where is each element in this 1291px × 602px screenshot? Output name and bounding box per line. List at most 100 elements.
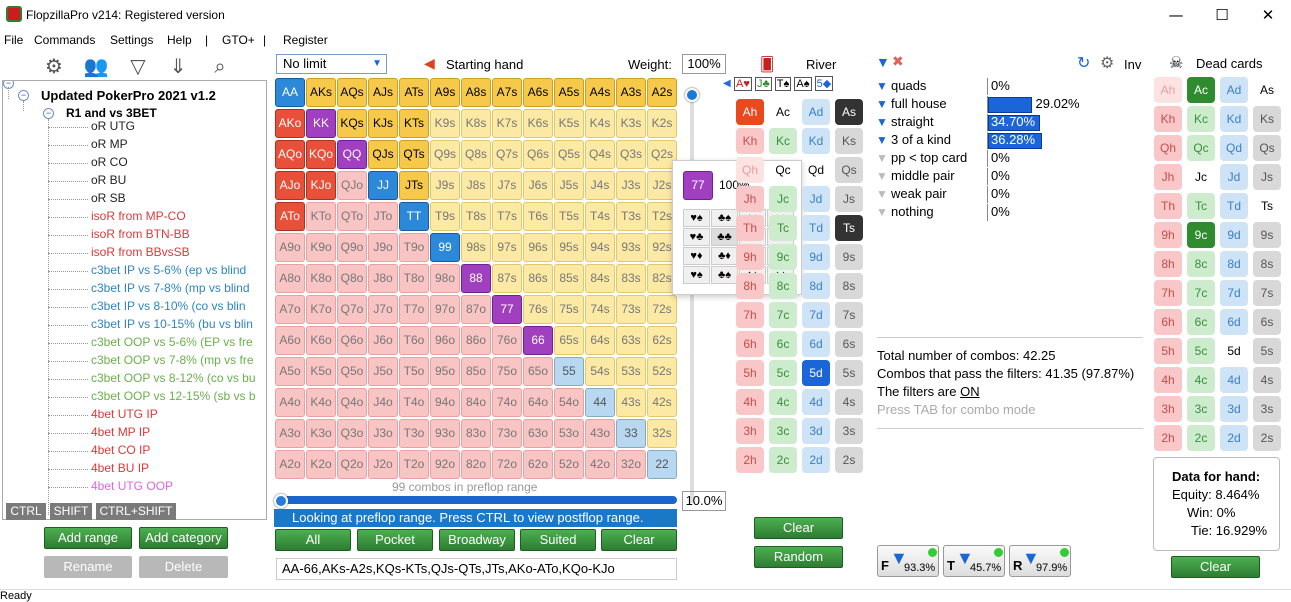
rename-button[interactable]: Rename <box>44 556 132 578</box>
dead-clear-button[interactable]: Clear <box>1171 556 1260 578</box>
hand-cell-J5o[interactable]: J5o <box>368 357 398 386</box>
hand-cell-A6s[interactable]: A6s <box>523 78 553 107</box>
hand-cell-KQs[interactable]: KQs <box>337 109 367 138</box>
filter-toggle-icon[interactable]: ▼ <box>876 115 888 129</box>
board-card-4[interactable]: A♠ <box>794 77 812 91</box>
board-card-2h[interactable]: 2h <box>736 447 764 473</box>
hand-cell-A6o[interactable]: A6o <box>275 326 305 355</box>
hand-cell-53o[interactable]: 53o <box>554 419 584 448</box>
hand-cell-86s[interactable]: 86s <box>523 264 553 293</box>
filter-toggle-icon[interactable]: ▼ <box>876 79 888 93</box>
hand-cell-82o[interactable]: 82o <box>461 450 491 479</box>
hand-cell-86o[interactable]: 86o <box>461 326 491 355</box>
filter-toggle-icon[interactable]: ▼ <box>876 97 888 111</box>
board-card-7c[interactable]: 7c <box>769 302 797 328</box>
hand-cell-A8o[interactable]: A8o <box>275 264 305 293</box>
hand-cell-52s[interactable]: 52s <box>647 357 677 386</box>
hand-cell-QTs[interactable]: QTs <box>399 140 429 169</box>
board-card-Ts[interactable]: Ts <box>835 215 863 241</box>
hand-cell-T4s[interactable]: T4s <box>585 202 615 231</box>
hand-cell-66[interactable]: 66 <box>523 326 553 355</box>
range-btn-pocket[interactable]: Pocket <box>357 529 433 551</box>
hand-cell-Q3s[interactable]: Q3s <box>616 140 646 169</box>
hand-cell-J5s[interactable]: J5s <box>554 171 584 200</box>
hand-cell-T3s[interactable]: T3s <box>616 202 646 231</box>
combo-cell[interactable]: ♥♦ <box>683 247 710 265</box>
hand-cell-Q5s[interactable]: Q5s <box>554 140 584 169</box>
hand-cell-K9o[interactable]: K9o <box>306 233 336 262</box>
dead-card-4d[interactable]: 4d <box>1220 367 1248 393</box>
hand-cell-T3o[interactable]: T3o <box>399 419 429 448</box>
hand-cell-76o[interactable]: 76o <box>492 326 522 355</box>
filter-label[interactable]: weak pair <box>891 186 947 201</box>
dead-card-6d[interactable]: 6d <box>1220 309 1248 335</box>
hand-cell-T9o[interactable]: T9o <box>399 233 429 262</box>
combo-cell[interactable]: ♣♠ <box>711 209 738 227</box>
tree-item[interactable]: c3bet OOP vs 12-15% (sb vs b <box>91 389 256 403</box>
hand-cell-A3o[interactable]: A3o <box>275 419 305 448</box>
board-card-7s[interactable]: 7s <box>835 302 863 328</box>
hand-cell-T9s[interactable]: T9s <box>430 202 460 231</box>
board-card-4c[interactable]: 4c <box>769 389 797 415</box>
tree-item[interactable]: isoR from BTN-BB <box>91 227 190 241</box>
board-card-2d[interactable]: 2d <box>802 447 830 473</box>
hand-cell-92o[interactable]: 92o <box>430 450 460 479</box>
dead-card-2h[interactable]: 2h <box>1154 425 1182 451</box>
board-card-2[interactable]: J♣ <box>754 77 772 91</box>
hand-cell-K9s[interactable]: K9s <box>430 109 460 138</box>
dead-card-Ad[interactable]: Ad <box>1220 77 1248 103</box>
filter-toggle-icon[interactable]: ▼ <box>876 169 888 183</box>
hand-cell-33[interactable]: 33 <box>616 419 646 448</box>
dead-card-2s[interactable]: 2s <box>1253 425 1281 451</box>
hand-cell-K2s[interactable]: K2s <box>647 109 677 138</box>
hand-cell-T5s[interactable]: T5s <box>554 202 584 231</box>
hand-cell-Q4o[interactable]: Q4o <box>337 388 367 417</box>
hand-cell-QJs[interactable]: QJs <box>368 140 398 169</box>
hand-cell-64o[interactable]: 64o <box>523 388 553 417</box>
tree-item[interactable]: c3bet IP vs 7-8% (mp vs blind <box>91 281 250 295</box>
combo-cell[interactable]: ♥♠ <box>683 209 710 227</box>
dead-card-3c[interactable]: 3c <box>1187 396 1215 422</box>
dead-card-5s[interactable]: 5s <box>1253 338 1281 364</box>
board-card-8s[interactable]: 8s <box>835 273 863 299</box>
tree-item[interactable]: c3bet IP vs 10-15% (bu vs blin <box>91 317 253 331</box>
hand-cell-J9o[interactable]: J9o <box>368 233 398 262</box>
street-filter-button[interactable]: R ▼ 97.9% <box>1009 545 1071 577</box>
hand-cell-Q3o[interactable]: Q3o <box>337 419 367 448</box>
hand-cell-97s[interactable]: 97s <box>492 233 522 262</box>
dead-card-5c[interactable]: 5c <box>1187 338 1215 364</box>
hand-cell-QJo[interactable]: QJo <box>337 171 367 200</box>
hand-cell-J6o[interactable]: J6o <box>368 326 398 355</box>
hand-cell-J3o[interactable]: J3o <box>368 419 398 448</box>
hand-cell-84s[interactable]: 84s <box>585 264 615 293</box>
filters-on-link[interactable]: ON <box>960 384 980 399</box>
board-card-Qs[interactable]: Qs <box>835 157 863 183</box>
hand-cell-77[interactable]: 77 <box>492 295 522 324</box>
board-card-Kd[interactable]: Kd <box>802 128 830 154</box>
menu-commands[interactable]: Commands <box>34 33 95 47</box>
hand-cell-65s[interactable]: 65s <box>554 326 584 355</box>
range-btn-suited[interactable]: Suited <box>520 529 596 551</box>
board-card-5h[interactable]: 5h <box>736 360 764 386</box>
board-card-Kc[interactable]: Kc <box>769 128 797 154</box>
dead-card-Th[interactable]: Th <box>1154 193 1182 219</box>
hand-cell-A9o[interactable]: A9o <box>275 233 305 262</box>
hand-cell-K4s[interactable]: K4s <box>585 109 615 138</box>
range-percent-slider[interactable] <box>274 494 677 508</box>
hand-cell-63o[interactable]: 63o <box>523 419 553 448</box>
hand-cell-83s[interactable]: 83s <box>616 264 646 293</box>
hand-cell-T6o[interactable]: T6o <box>399 326 429 355</box>
dead-card-8c[interactable]: 8c <box>1187 251 1215 277</box>
hand-cell-J4o[interactable]: J4o <box>368 388 398 417</box>
add-category-button[interactable]: Add category <box>139 527 228 549</box>
invert-label[interactable]: Inv <box>1124 57 1141 72</box>
combo-cell[interactable]: ♣♠ <box>711 266 738 284</box>
board-card-Jc[interactable]: Jc <box>769 186 797 212</box>
add-range-button[interactable]: Add range <box>44 527 132 549</box>
collapse-icon[interactable]: − <box>18 90 29 101</box>
tree-item[interactable]: oR SB <box>91 191 126 205</box>
hand-cell-A9s[interactable]: A9s <box>430 78 460 107</box>
filter-toggle-icon[interactable]: ▼ <box>876 133 888 147</box>
dead-card-5d[interactable]: 5d <box>1220 338 1248 364</box>
hand-cell-76s[interactable]: 76s <box>523 295 553 324</box>
